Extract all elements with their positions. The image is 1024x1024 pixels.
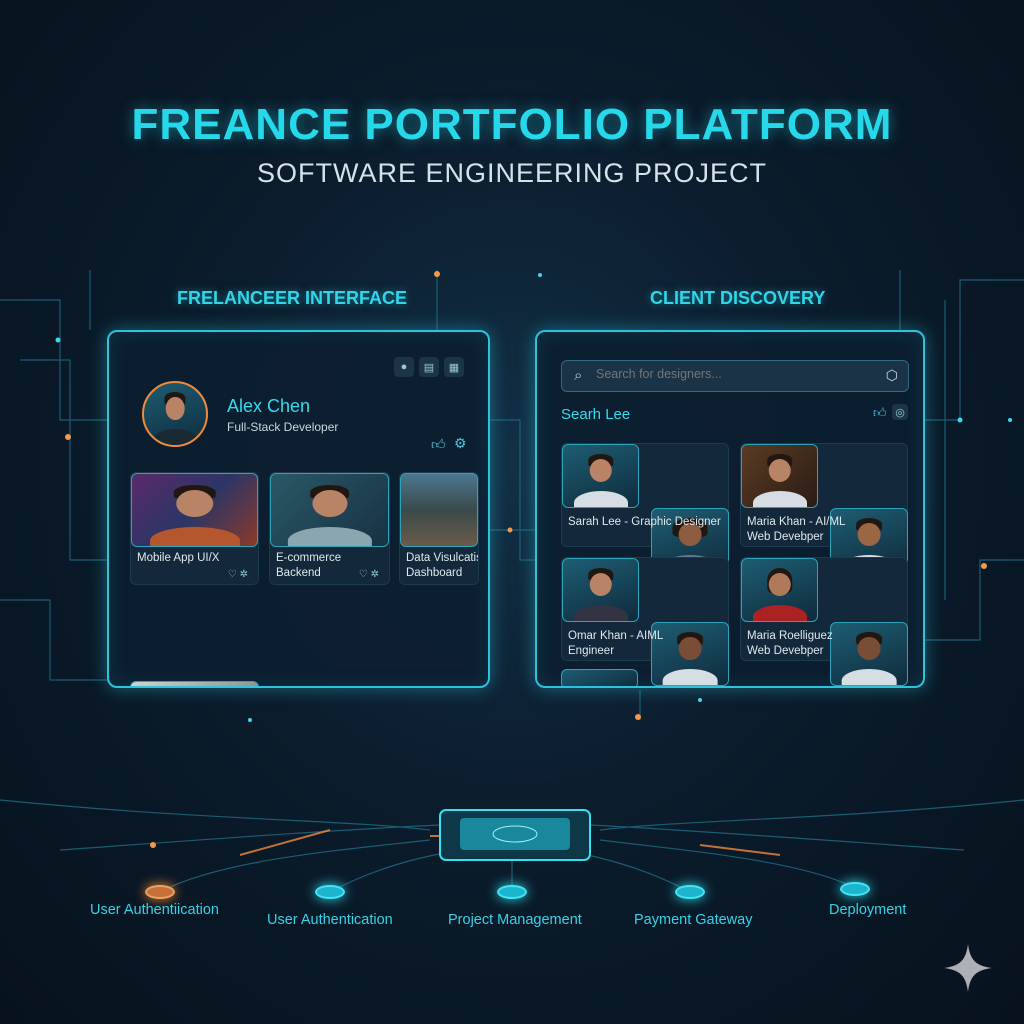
chat-icon[interactable]: ● (394, 357, 414, 377)
designer-thumbnail[interactable] (561, 669, 638, 686)
heart-icon[interactable]: ♡ ✲ (359, 569, 379, 580)
search-input[interactable] (596, 367, 876, 381)
module-node (497, 885, 527, 899)
heart-icon[interactable]: ♡ ✲ (228, 569, 248, 580)
designer-name: Maria Khan - AI/ML Web Devebper (747, 516, 846, 543)
project-title: Mobile App UI/X (137, 552, 220, 564)
search-bar[interactable]: ⌕ ⬡ (561, 360, 909, 392)
module-label: Payment Gateway (634, 912, 753, 928)
module-node (675, 885, 705, 899)
freelancer-section-title: FRELANCEER INTERFACE (177, 288, 408, 308)
designer-card[interactable]: Sarah Lee - Graphic Designer (561, 443, 729, 572)
designer-name: Omar Khan - AIML Engineer (568, 630, 664, 657)
thumbs-up-icon[interactable]: 👍︎ (873, 405, 887, 421)
edit-icon[interactable]: ▤ (419, 357, 439, 377)
module-node (315, 885, 345, 899)
freelancer-role: Full-Stack Developer (227, 420, 339, 434)
module-label: User Authentication (267, 912, 393, 928)
avatar[interactable] (142, 381, 208, 447)
project-card[interactable]: E-commerce Backend ♡ ✲ (269, 472, 390, 585)
filter-icon[interactable]: ⬡ (886, 367, 898, 384)
client-section-title: CLIENT DISCOVERY (650, 288, 826, 308)
result-heading: Searh Lee (561, 406, 631, 423)
project-title: Data Visulcatis Dashboard (406, 552, 479, 579)
instagram-icon[interactable]: ◎ (892, 404, 908, 420)
module-label: Deployment (829, 902, 907, 918)
sparkle-logo-icon (944, 944, 992, 992)
gear-icon[interactable]: ⚙ (454, 435, 467, 452)
grid-icon[interactable]: ▦ (444, 357, 464, 377)
module-node (145, 885, 175, 899)
freelancer-name: Alex Chen (227, 396, 311, 416)
page-subtitle: SOFTWARE ENGINEERING PROJECT (256, 158, 768, 188)
project-card[interactable]: Data Visulcatis Dashboard (399, 472, 479, 585)
project-thumbnail (270, 473, 389, 547)
module-label: User Authentiication (90, 902, 219, 918)
designer-card[interactable]: Omar Khan - AIML Engineer (561, 557, 729, 686)
designer-name: Sarah Lee - Graphic Designer (568, 516, 721, 528)
designer-card[interactable]: Maria Roelliguez Web Devebper (740, 557, 908, 686)
project-card[interactable]: Mobile App UI/X ♡ ✲ (130, 472, 259, 585)
page-title: FREANCE PORTFOLIO PLATFORM (131, 100, 893, 149)
designer-name: Maria Roelliguez Web Devebper (747, 630, 833, 657)
designer-card[interactable]: Maria Khan - AI/ML Web Devebper (740, 443, 908, 572)
search-icon: ⌕ (574, 367, 583, 384)
module-node (840, 882, 870, 896)
thumbs-up-icon[interactable]: 👍︎ (431, 436, 446, 453)
module-label: Project Management (448, 912, 582, 928)
project-thumbnail[interactable] (130, 681, 259, 686)
project-thumbnail (400, 473, 478, 547)
freelancer-panel: ● ▤ ▦ Alex Chen Full-Stack Developer 👍︎ … (107, 330, 490, 688)
client-panel: ⌕ ⬡ Searh Lee 👍︎ ◎ Sarah Lee - Graphic D… (535, 330, 925, 688)
project-thumbnail (131, 473, 258, 547)
